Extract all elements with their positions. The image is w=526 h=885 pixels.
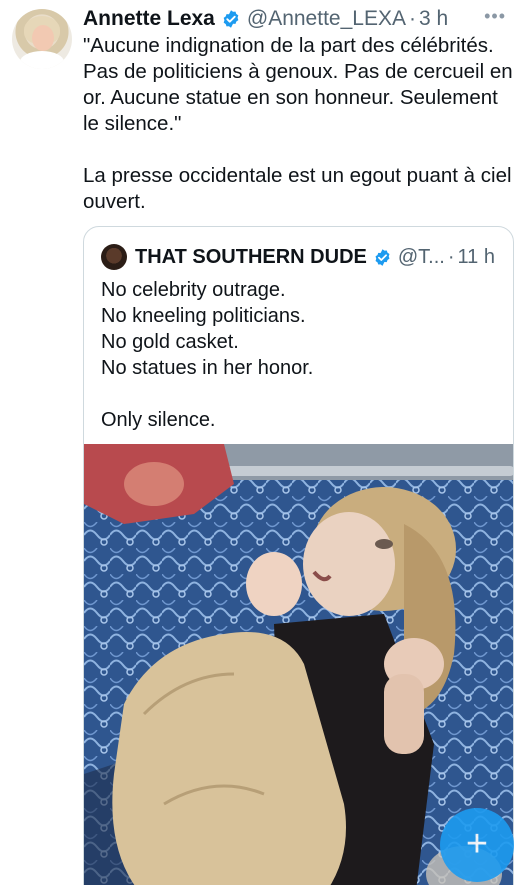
author-avatar[interactable] bbox=[12, 9, 72, 69]
tweet-text: "Aucune indignation de la part des céléb… bbox=[83, 34, 513, 213]
avatar-shirt bbox=[20, 51, 64, 69]
separator-dot: · bbox=[408, 7, 416, 30]
quoted-tweet-header: THAT SOUTHERN DUDE @T... · 11 h bbox=[101, 244, 503, 270]
verified-badge-icon bbox=[223, 10, 239, 28]
avatar-face bbox=[32, 25, 54, 51]
quoted-author-name[interactable]: THAT SOUTHERN DUDE bbox=[135, 246, 367, 269]
quoted-tweet-card[interactable]: THAT SOUTHERN DUDE @T... · 11 h No celeb… bbox=[83, 226, 514, 885]
verified-badge-icon bbox=[375, 248, 390, 266]
tweet-header: Annette Lexa @Annette_LEXA · 3 h ••• bbox=[83, 6, 506, 32]
more-icon[interactable]: ••• bbox=[484, 6, 506, 27]
author-name[interactable]: Annette Lexa bbox=[83, 7, 215, 31]
tweet-timestamp[interactable]: 3 h bbox=[419, 7, 448, 31]
separator-dot: · bbox=[447, 245, 455, 268]
plus-icon: + bbox=[465, 823, 489, 865]
quoted-author-handle[interactable]: @T... bbox=[398, 246, 445, 269]
author-handle[interactable]: @Annette_LEXA bbox=[247, 7, 406, 31]
quoted-author-avatar[interactable] bbox=[101, 244, 127, 270]
quoted-tweet-text: No celebrity outrage. No kneeling politi… bbox=[101, 279, 314, 431]
compose-fab-button[interactable]: + bbox=[440, 808, 514, 882]
quoted-tweet-timestamp[interactable]: 11 h bbox=[458, 246, 495, 269]
